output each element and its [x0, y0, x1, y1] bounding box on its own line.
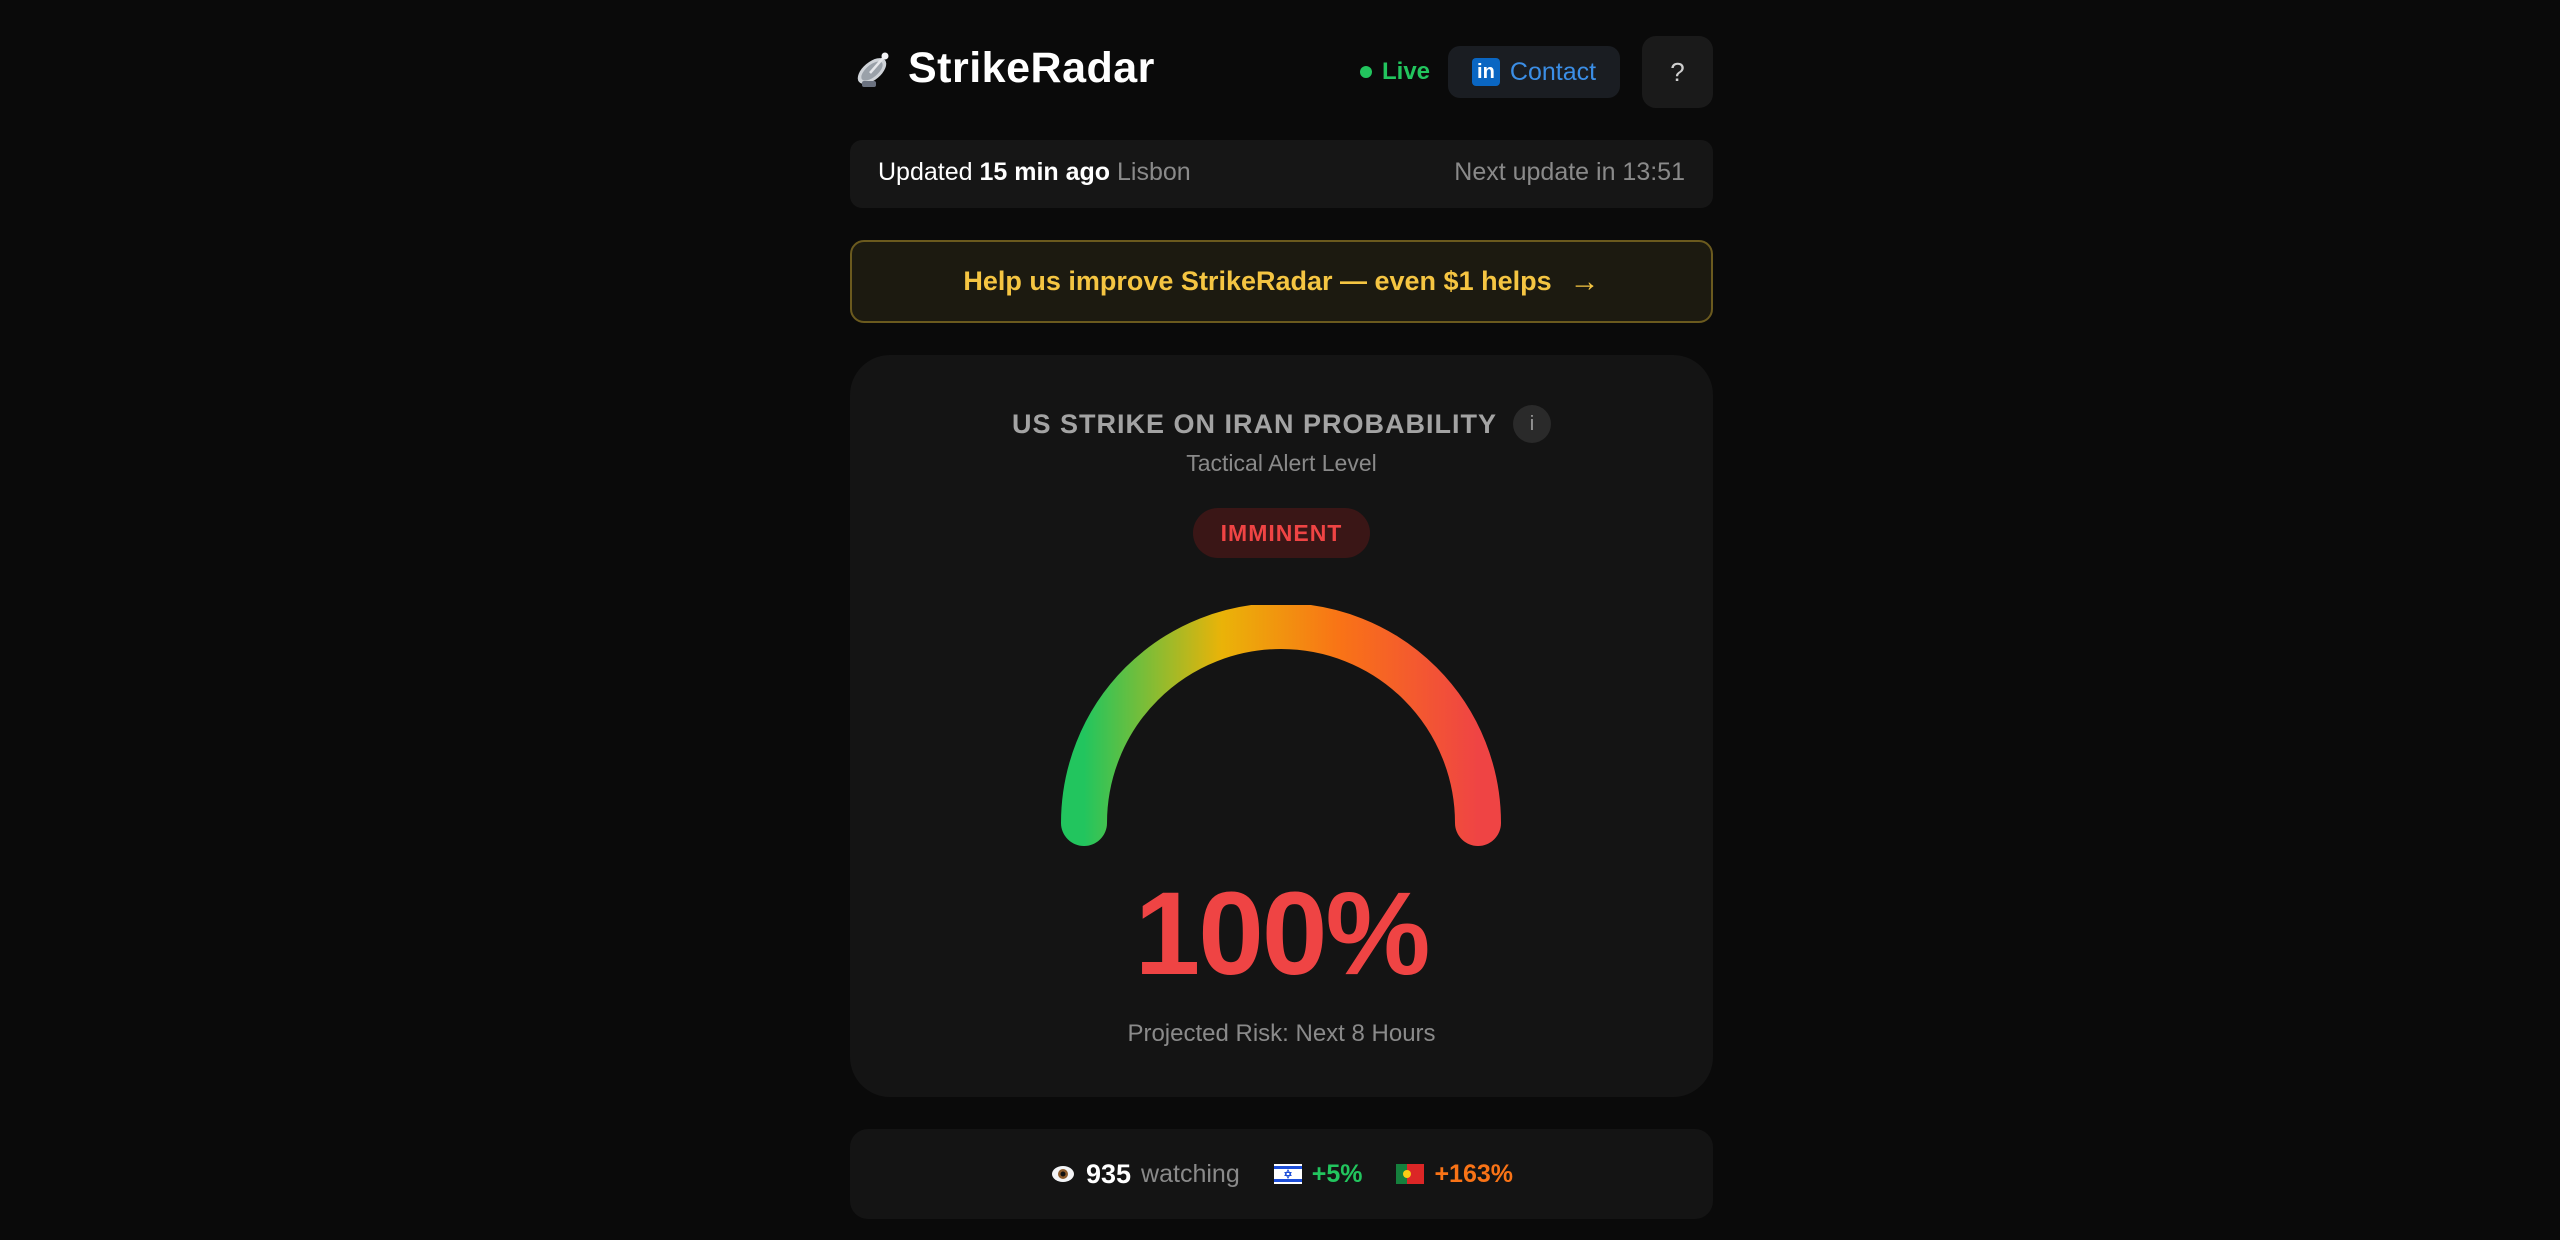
card-subtitle: Tactical Alert Level — [1186, 450, 1377, 476]
contact-label: Contact — [1509, 57, 1597, 86]
live-label: Live — [1382, 58, 1431, 85]
linkedin-icon: in — [1471, 58, 1500, 86]
next-update: Next update in 13:51 — [1454, 158, 1685, 186]
brand[interactable]: StrikeRadar — [850, 44, 1155, 93]
live-indicator: Live — [1360, 58, 1430, 86]
portugal-flag-icon — [1396, 1164, 1425, 1184]
eye-icon — [1051, 1166, 1074, 1182]
last-updated: Updated 15 min ago Lisbon — [878, 158, 1191, 187]
arrow-right-icon: → — [1569, 264, 1600, 298]
portugal-stat: +163% — [1396, 1160, 1513, 1189]
israel-stat: +5% — [1273, 1159, 1363, 1189]
stats-bar: 935 watching +5% +163% — [850, 1129, 1713, 1219]
israel-flag-icon — [1273, 1164, 1302, 1184]
watching-stat: 935 watching — [1050, 1159, 1240, 1190]
probability-card: US STRIKE ON IRAN PROBABILITY i Tactical… — [850, 355, 1713, 1097]
watch-count: 935 — [1085, 1158, 1132, 1189]
contact-button[interactable]: in Contact — [1448, 46, 1620, 98]
help-button[interactable]: ? — [1642, 36, 1713, 108]
satellite-dish-icon — [857, 52, 889, 87]
brand-name: StrikeRadar — [908, 44, 1155, 92]
probability-value: 100% — [1134, 868, 1431, 1000]
header: StrikeRadar Live in Contact ? — [850, 36, 1713, 108]
watch-label: watching — [1141, 1159, 1240, 1188]
update-bar: Updated 15 min ago Lisbon Next update in… — [850, 140, 1713, 208]
card-title: US STRIKE ON IRAN PROBABILITY — [1011, 408, 1498, 439]
help-label: ? — [1670, 56, 1685, 87]
info-icon[interactable]: i — [1513, 405, 1552, 443]
portugal-delta: +163% — [1434, 1159, 1513, 1188]
updated-prefix: Updated — [878, 158, 973, 186]
live-dot-icon — [1360, 66, 1372, 78]
donate-banner[interactable]: Help us improve StrikeRadar — even $1 he… — [850, 240, 1713, 323]
status-badge: IMMINENT — [1193, 508, 1370, 558]
gauge-arc — [1061, 605, 1501, 846]
risk-gauge — [1061, 605, 1501, 846]
card-title-row: US STRIKE ON IRAN PROBABILITY i — [850, 405, 1713, 443]
updated-city: Lisbon — [1117, 158, 1191, 186]
risk-label: Projected Risk: Next 8 Hours — [1127, 1020, 1436, 1047]
donate-text: Help us improve StrikeRadar — even $1 he… — [963, 266, 1552, 296]
updated-age: 15 min ago — [979, 158, 1111, 186]
israel-delta: +5% — [1311, 1159, 1363, 1188]
